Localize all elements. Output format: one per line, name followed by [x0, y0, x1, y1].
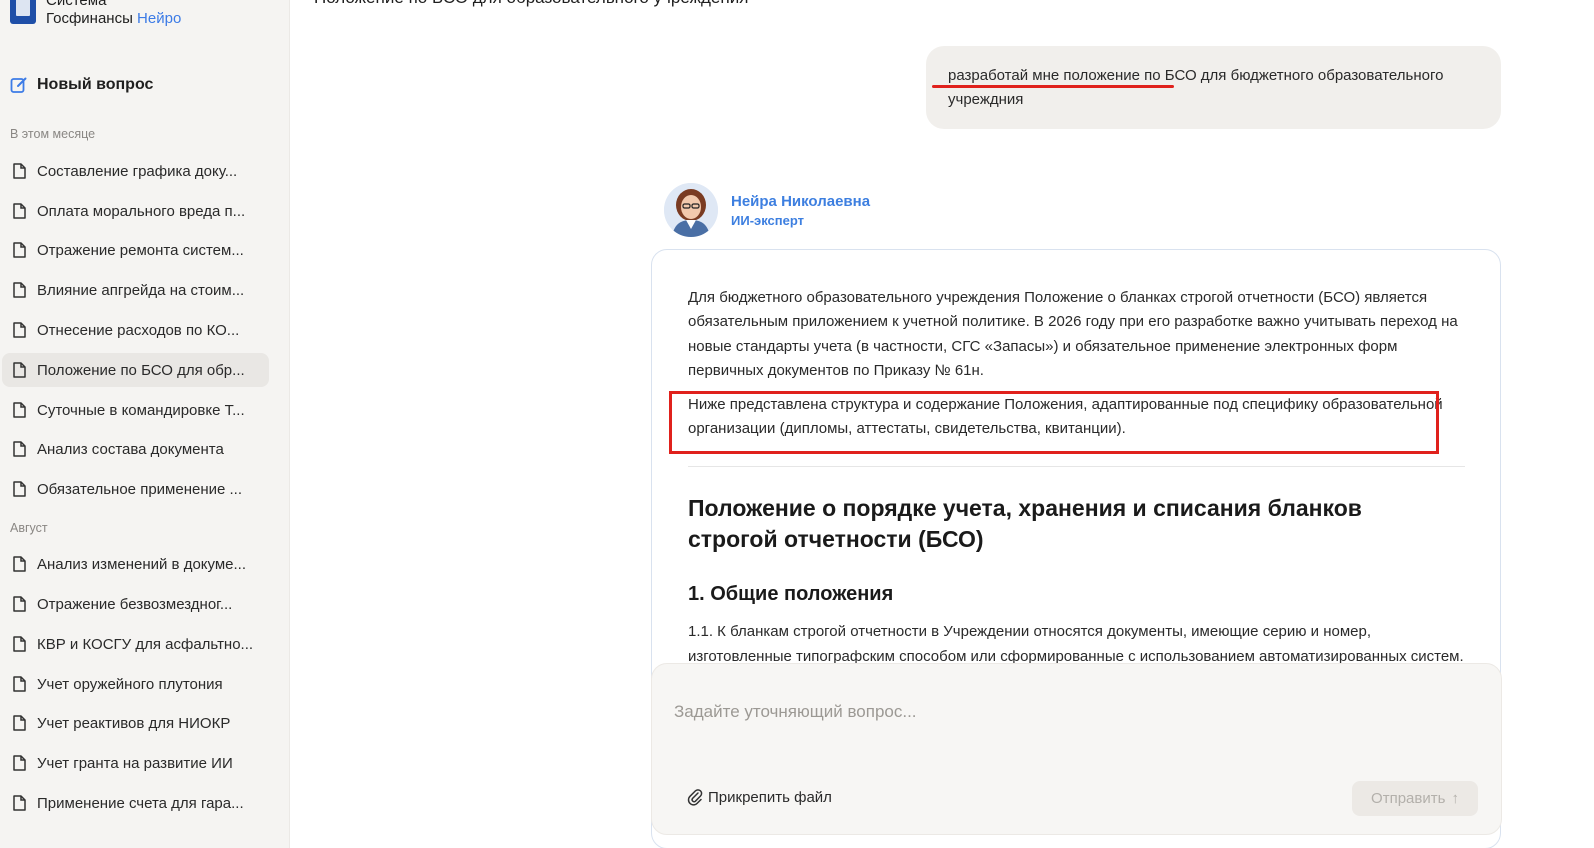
page-title: Положение по БСО для образовательного уч…	[314, 0, 748, 8]
answer-paragraph-3: 1.1. К бланкам строгой отчетности в Учре…	[688, 623, 1464, 665]
history-item[interactable]: Анализ состава документа	[2, 432, 269, 466]
document-icon	[13, 596, 26, 612]
history-item[interactable]: Учет оружейного плутония	[2, 667, 269, 701]
history-item[interactable]: Отнесение расходов по КО...	[2, 313, 269, 347]
document-icon	[13, 556, 26, 572]
answer-subheading: 1. Общие положения	[688, 583, 894, 605]
brand-line-1: Система	[46, 0, 107, 9]
new-question-button[interactable]: Новый вопрос	[10, 76, 153, 94]
red-highlight-box-annotation	[669, 391, 1439, 454]
arrow-up-icon: ↑	[1451, 790, 1459, 807]
document-icon	[13, 481, 26, 497]
document-icon	[13, 163, 26, 179]
history-item-label: Обязательное применение ...	[37, 480, 242, 498]
history-item-label: Влияние апгрейда на стоим...	[37, 281, 245, 299]
history-item-label: Положение по БСО для обр...	[37, 361, 245, 379]
document-icon	[13, 676, 26, 692]
history-item[interactable]: Учет реактивов для НИОКР	[2, 706, 269, 740]
history-item-label: КВР и КОСГУ для асфальтно...	[37, 635, 254, 653]
assistant-header: Нейра Николаевна ИИ-эксперт	[664, 183, 870, 237]
document-icon	[13, 755, 26, 771]
assistant-avatar	[664, 183, 718, 237]
document-icon	[13, 441, 26, 457]
history-item-label: Отражение ремонта систем...	[37, 241, 244, 259]
attach-file-button[interactable]: Прикрепить файл	[687, 788, 832, 806]
divider	[688, 466, 1465, 467]
document-icon	[13, 362, 26, 378]
history-item[interactable]: Учет гранта на развитие ИИ	[2, 746, 269, 780]
history-item[interactable]: Анализ изменений в докуме...	[2, 547, 269, 581]
document-icon	[13, 322, 26, 338]
assistant-role: ИИ-эксперт	[731, 212, 804, 228]
history-item[interactable]: Влияние апгрейда на стоим...	[2, 273, 269, 307]
history-item-label: Учет реактивов для НИОКР	[37, 714, 231, 732]
history-item[interactable]: Составление графика доку...	[2, 154, 269, 188]
brand-name: Система Госфинансы Нейро	[46, 0, 181, 28]
history-item-active[interactable]: Положение по БСО для обр...	[2, 353, 269, 387]
history-item-label: Применение счета для гара...	[37, 794, 244, 812]
history-item-label: Анализ состава документа	[37, 440, 224, 458]
history-item-label: Отражение безвозмездног...	[37, 595, 233, 613]
paperclip-icon	[687, 789, 703, 806]
document-icon	[13, 402, 26, 418]
history-item[interactable]: Обязательное применение ...	[2, 472, 269, 506]
history-item[interactable]: Применение счета для гара...	[2, 786, 269, 820]
document-icon	[13, 636, 26, 652]
history-item[interactable]: Отражение безвозмездног...	[2, 587, 269, 621]
section-label-august: Август	[10, 521, 48, 535]
send-label: Отправить	[1371, 790, 1446, 807]
question-input[interactable]	[674, 702, 1474, 722]
history-item-label: Отнесение расходов по КО...	[37, 321, 240, 339]
history-item-label: Оплата морального вреда п...	[37, 202, 246, 220]
document-icon	[13, 242, 26, 258]
history-item[interactable]: Оплата морального вреда п...	[2, 194, 269, 228]
answer-heading: Положение о порядке учета, хранения и сп…	[688, 495, 1362, 552]
document-icon	[13, 282, 26, 298]
history-item-label: Составление графика доку...	[37, 162, 238, 180]
answer-paragraph-1: Для бюджетного образовательного учрежден…	[688, 289, 1458, 379]
document-icon	[13, 203, 26, 219]
history-item-label: Учет гранта на развитие ИИ	[37, 754, 233, 772]
send-button[interactable]: Отправить ↑	[1352, 781, 1478, 816]
sidebar: Система Госфинансы Нейро Новый вопрос В …	[0, 0, 290, 848]
history-item-label: Суточные в командировке Т...	[37, 401, 245, 419]
assistant-name: Нейра Николаевна	[731, 192, 871, 210]
history-item-label: Учет оружейного плутония	[37, 675, 223, 693]
composer-panel: Прикрепить файл Отправить ↑	[651, 663, 1502, 835]
brand-accent: Нейро	[137, 10, 182, 27]
history-item[interactable]: Отражение ремонта систем...	[2, 233, 269, 267]
edit-icon	[10, 77, 27, 93]
book-logo-icon	[10, 0, 36, 24]
brand-logo-block[interactable]: Система Госфинансы Нейро	[10, 0, 181, 28]
section-label-this-month: В этом месяце	[10, 127, 96, 141]
new-question-label: Новый вопрос	[37, 76, 154, 93]
attach-file-label: Прикрепить файл	[708, 788, 832, 806]
avatar-portrait-icon	[664, 183, 718, 237]
brand-line-2: Госфинансы	[46, 10, 133, 27]
document-icon	[13, 795, 26, 811]
history-item-label: Анализ изменений в докуме...	[37, 555, 247, 573]
red-underline-annotation	[932, 85, 1174, 88]
history-item[interactable]: Суточные в командировке Т...	[2, 393, 269, 427]
history-item[interactable]: КВР и КОСГУ для асфальтно...	[2, 627, 269, 661]
document-icon	[13, 715, 26, 731]
